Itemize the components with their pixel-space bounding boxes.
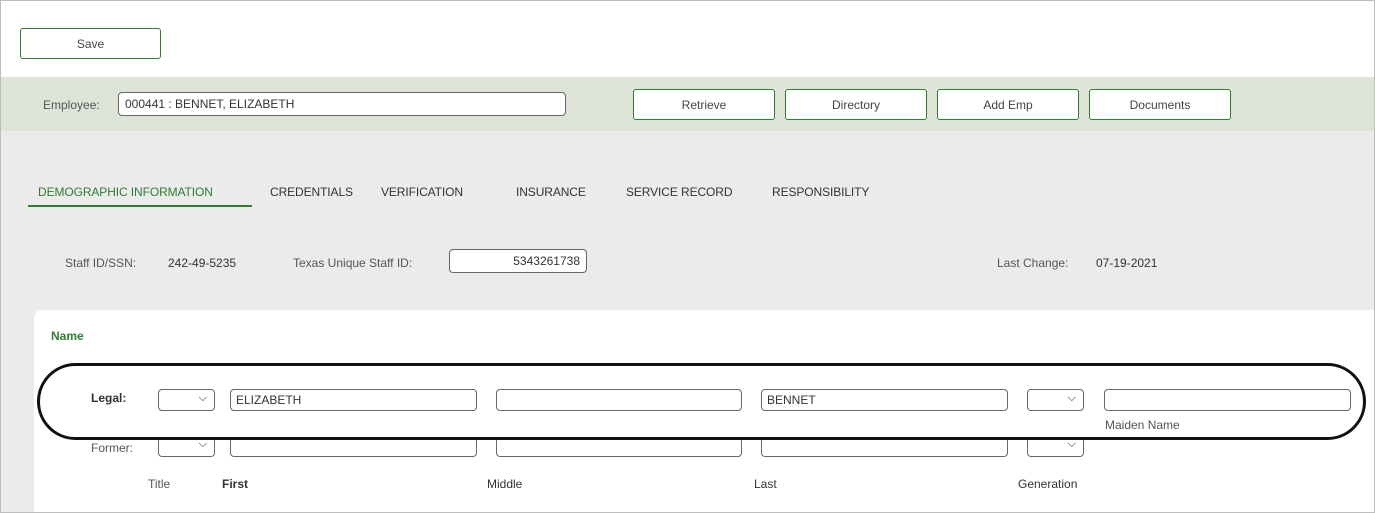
chevron-down-icon: ⌵ xyxy=(1067,439,1076,450)
column-label-middle: Middle xyxy=(487,477,523,491)
active-tab-indicator xyxy=(28,205,252,207)
maiden-name-label: Maiden Name xyxy=(1105,418,1180,432)
former-middle-name-input[interactable] xyxy=(496,439,742,457)
tab-credentials[interactable]: CREDENTIALS xyxy=(270,185,353,199)
legal-title-select[interactable]: ⌵ xyxy=(158,389,215,411)
column-label-title: Title xyxy=(148,477,171,491)
tab-demographic-information[interactable]: DEMOGRAPHIC INFORMATION xyxy=(38,185,213,199)
staff-id-label: Staff ID/SSN: xyxy=(65,256,137,270)
employee-label: Employee: xyxy=(43,98,100,112)
employee-input[interactable] xyxy=(118,92,566,116)
maiden-name-input[interactable] xyxy=(1104,389,1351,411)
retrieve-button[interactable]: Retrieve xyxy=(633,89,775,120)
legal-middle-name-input[interactable] xyxy=(496,389,742,411)
add-emp-button[interactable]: Add Emp xyxy=(937,89,1079,120)
texas-unique-staff-id-input[interactable] xyxy=(449,249,587,273)
former-first-name-input[interactable] xyxy=(230,439,477,457)
chevron-down-icon: ⌵ xyxy=(198,439,207,450)
column-label-generation: Generation xyxy=(1018,477,1078,491)
save-bar xyxy=(1,1,1374,77)
tab-service-record[interactable]: SERVICE RECORD xyxy=(626,185,733,199)
tab-responsibility[interactable]: RESPONSIBILITY xyxy=(772,185,869,199)
app-frame: Save Employee: Retrieve Directory Add Em… xyxy=(0,0,1375,513)
former-last-name-input[interactable] xyxy=(761,439,1008,457)
documents-button[interactable]: Documents xyxy=(1089,89,1231,120)
name-section-title: Name xyxy=(51,329,84,343)
tab-verification[interactable]: VERIFICATION xyxy=(381,185,463,199)
former-name-row: ⌵ ⌵ xyxy=(1,439,1374,461)
chevron-down-icon: ⌵ xyxy=(198,392,207,404)
legal-name-label: Legal: xyxy=(91,391,127,405)
last-change-value: 07-19-2021 xyxy=(1096,256,1158,270)
former-generation-select[interactable]: ⌵ xyxy=(1027,439,1084,457)
staff-id-value: 242-49-5235 xyxy=(168,256,237,270)
save-button[interactable]: Save xyxy=(20,28,161,59)
chevron-down-icon: ⌵ xyxy=(1067,392,1076,404)
legal-generation-select[interactable]: ⌵ xyxy=(1027,389,1084,411)
legal-last-name-input[interactable] xyxy=(761,389,1008,411)
legal-first-name-input[interactable] xyxy=(230,389,477,411)
texas-unique-staff-id-label: Texas Unique Staff ID: xyxy=(293,256,413,270)
column-label-last: Last xyxy=(754,477,777,491)
tab-insurance[interactable]: INSURANCE xyxy=(516,185,586,199)
column-label-first: First xyxy=(222,477,249,491)
former-title-select[interactable]: ⌵ xyxy=(158,439,215,457)
directory-button[interactable]: Directory xyxy=(785,89,927,120)
last-change-label: Last Change: xyxy=(997,256,1069,270)
